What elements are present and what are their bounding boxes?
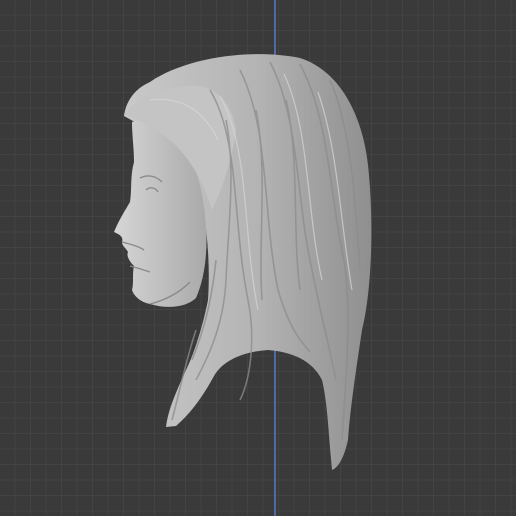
sculpted-head-model[interactable] — [0, 0, 516, 516]
3d-viewport[interactable] — [0, 0, 516, 516]
